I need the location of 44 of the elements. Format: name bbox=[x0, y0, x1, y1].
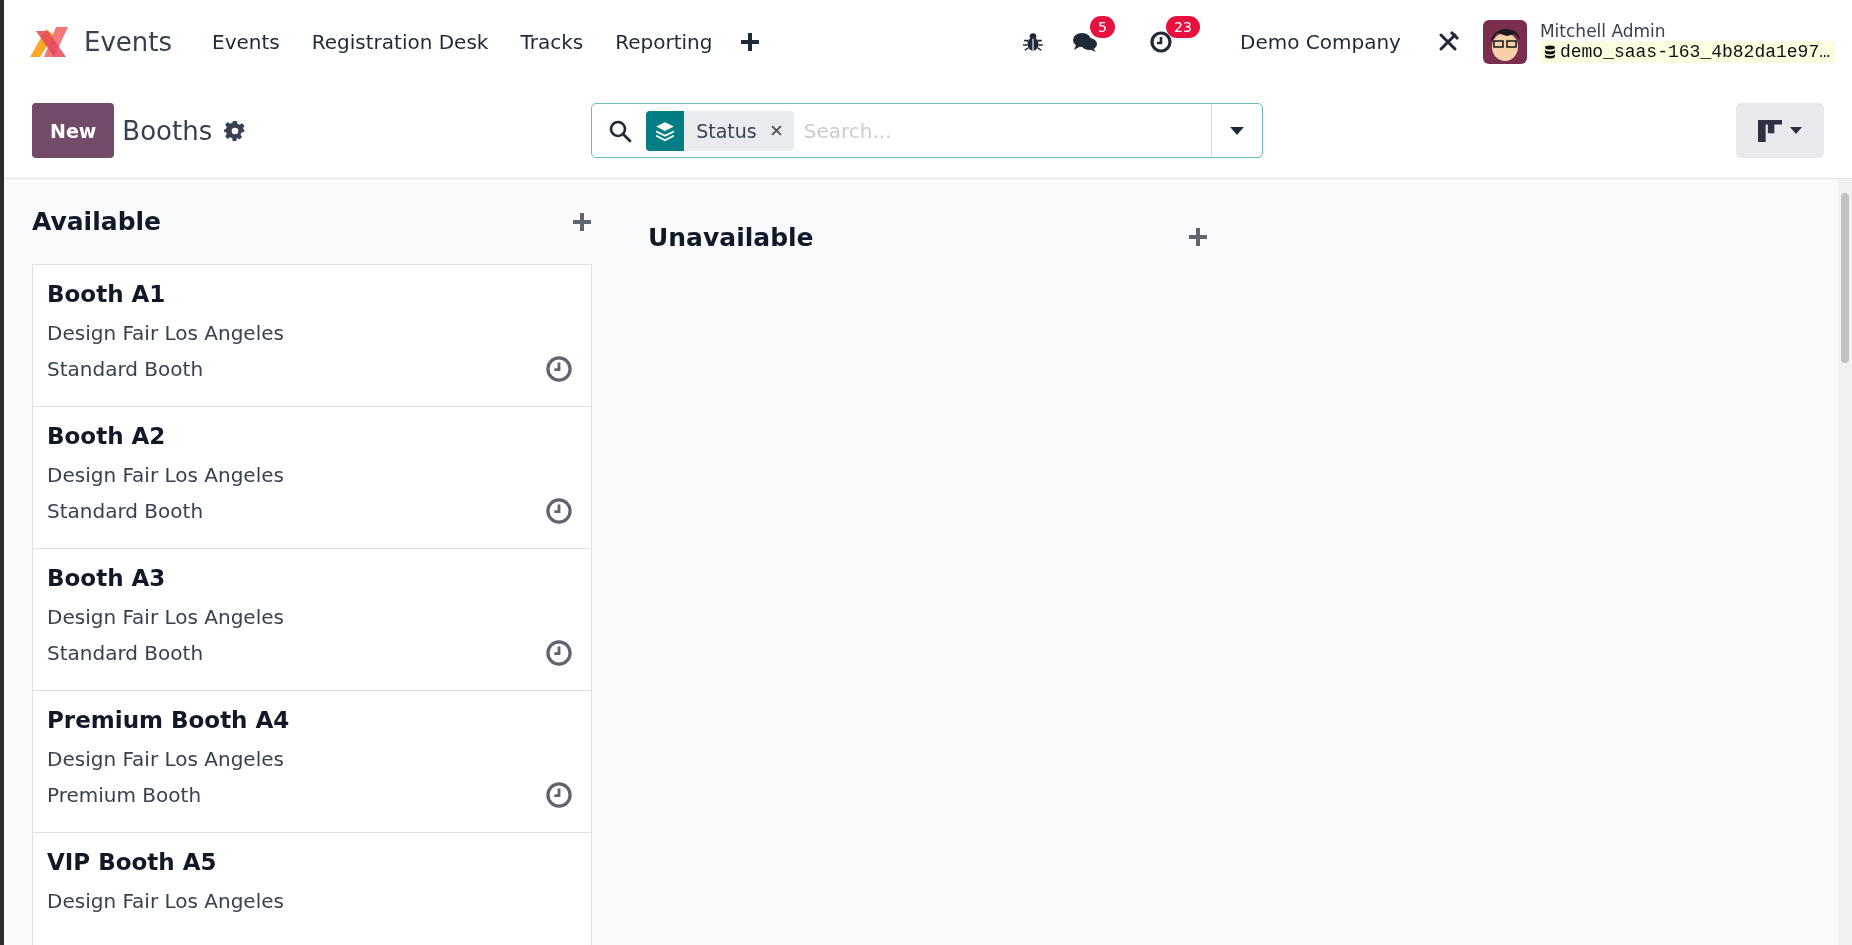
plus-icon[interactable] bbox=[740, 31, 761, 52]
card-title: Premium Booth A4 bbox=[47, 707, 291, 733]
new-button[interactable]: New bbox=[32, 103, 115, 158]
view-switcher-button[interactable] bbox=[1736, 103, 1824, 158]
event-name: Design Fair Los Angeles bbox=[47, 746, 285, 773]
facet-label: Status bbox=[696, 119, 757, 142]
clock-icon[interactable] bbox=[1148, 29, 1174, 54]
booth-type: Premium Booth bbox=[47, 782, 202, 809]
menu-item[interactable]: Reporting bbox=[599, 29, 729, 54]
close-icon[interactable] bbox=[770, 125, 782, 136]
booth-type: Standard Booth bbox=[47, 498, 204, 525]
caret-icon bbox=[1790, 127, 1802, 134]
column-title: Available bbox=[32, 207, 162, 236]
booth-type: Standard Booth bbox=[47, 356, 204, 383]
search-field[interactable]: Status Search... bbox=[591, 103, 1264, 158]
menu-item[interactable]: Tracks bbox=[504, 29, 600, 54]
event-name: Design Fair Los Angeles bbox=[47, 320, 285, 347]
kanban-icon bbox=[1758, 119, 1782, 142]
layers-icon bbox=[654, 119, 677, 142]
card-title: Booth A2 bbox=[47, 423, 167, 449]
event-name: Design Fair Los Angeles bbox=[47, 604, 285, 631]
database-text: demo_saas-163_4b82da1e97… bbox=[1559, 41, 1830, 62]
menu-item[interactable]: Registration Desk bbox=[295, 29, 505, 54]
scrollbar[interactable] bbox=[1838, 179, 1852, 945]
card-title: Booth A1 bbox=[47, 281, 167, 307]
column-title: Unavailable bbox=[648, 222, 814, 252]
avatar-icon[interactable] bbox=[1482, 19, 1527, 64]
event-name: Design Fair Los Angeles bbox=[47, 888, 285, 915]
menu-item[interactable]: Events bbox=[196, 29, 296, 54]
user-name[interactable]: Mitchell Admin bbox=[1539, 20, 1836, 41]
notification-badge: 23 bbox=[1166, 15, 1200, 38]
event-name: Design Fair Los Angeles bbox=[47, 462, 285, 489]
database-icon bbox=[1543, 44, 1556, 59]
company-switcher[interactable]: Demo Company bbox=[1224, 29, 1417, 54]
booth-type: Standard Booth bbox=[47, 640, 204, 667]
caret-icon bbox=[1230, 126, 1245, 135]
card-title: VIP Booth A5 bbox=[47, 849, 218, 875]
page-title: Booths bbox=[122, 115, 213, 146]
filter-facet[interactable]: Status bbox=[646, 110, 794, 151]
settings-icon[interactable] bbox=[224, 119, 247, 142]
notification-badge: 5 bbox=[1090, 15, 1115, 38]
app-name[interactable]: Events bbox=[84, 26, 173, 57]
card-title: Booth A3 bbox=[47, 565, 167, 591]
search-icon bbox=[608, 118, 633, 143]
